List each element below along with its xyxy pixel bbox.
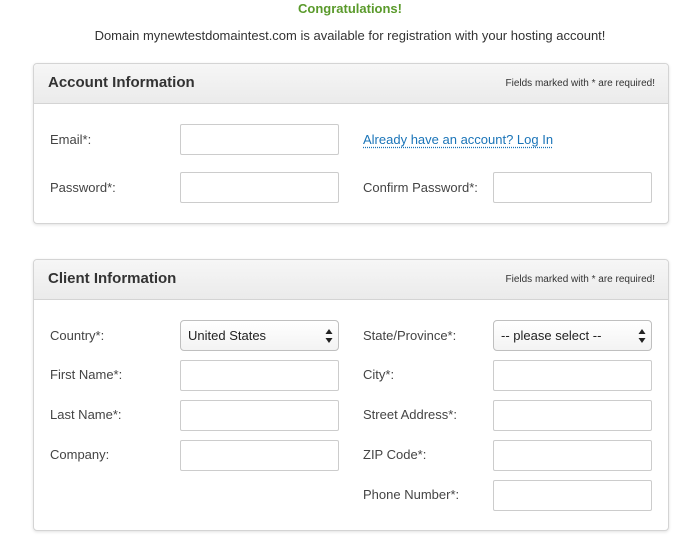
zip-code-field[interactable] <box>493 440 652 471</box>
client-panel-header: Client Information Fields marked with * … <box>34 260 668 300</box>
state-label: State/Province*: <box>363 328 457 343</box>
client-information-panel: Client Information Fields marked with * … <box>33 259 669 531</box>
confirm-password-label: Confirm Password*: <box>363 180 478 195</box>
company-label: Company: <box>50 447 110 462</box>
city-label: City*: <box>363 367 395 382</box>
account-panel-title: Account Information <box>48 74 195 91</box>
confirm-password-field[interactable] <box>493 172 652 203</box>
zip-code-label: ZIP Code*: <box>363 447 427 462</box>
updown-arrows-icon <box>325 329 333 343</box>
page: Congratulations! Domain mynewtestdomaint… <box>0 0 700 546</box>
email-label: Email*: <box>50 132 92 147</box>
password-field[interactable] <box>180 172 339 203</box>
first-name-label: First Name*: <box>50 367 123 382</box>
congrats-heading: Congratulations! <box>298 1 402 16</box>
required-note: Fields marked with * are required! <box>505 78 655 89</box>
required-note: Fields marked with * are required! <box>505 274 655 285</box>
account-panel-header: Account Information Fields marked with *… <box>34 64 668 104</box>
country-selected-value: United States <box>188 328 267 343</box>
login-link[interactable]: Already have an account? Log In <box>363 132 553 147</box>
country-label: Country*: <box>50 328 105 343</box>
phone-number-field[interactable] <box>493 480 652 511</box>
company-field[interactable] <box>180 440 339 471</box>
phone-number-label: Phone Number*: <box>363 487 460 502</box>
last-name-label: Last Name*: <box>50 407 122 422</box>
account-information-panel: Account Information Fields marked with *… <box>33 63 669 224</box>
first-name-field[interactable] <box>180 360 339 391</box>
street-address-field[interactable] <box>493 400 652 431</box>
state-select[interactable]: -- please select -- <box>493 320 652 351</box>
updown-arrows-icon <box>638 329 646 343</box>
password-label: Password*: <box>50 180 116 195</box>
last-name-field[interactable] <box>180 400 339 431</box>
availability-message: Domain mynewtestdomaintest.com is availa… <box>94 28 606 43</box>
email-field[interactable] <box>180 124 339 155</box>
street-address-label: Street Address*: <box>363 407 457 422</box>
state-selected-value: -- please select -- <box>501 328 602 343</box>
country-select[interactable]: United States <box>180 320 339 351</box>
city-field[interactable] <box>493 360 652 391</box>
client-panel-title: Client Information <box>48 270 177 287</box>
